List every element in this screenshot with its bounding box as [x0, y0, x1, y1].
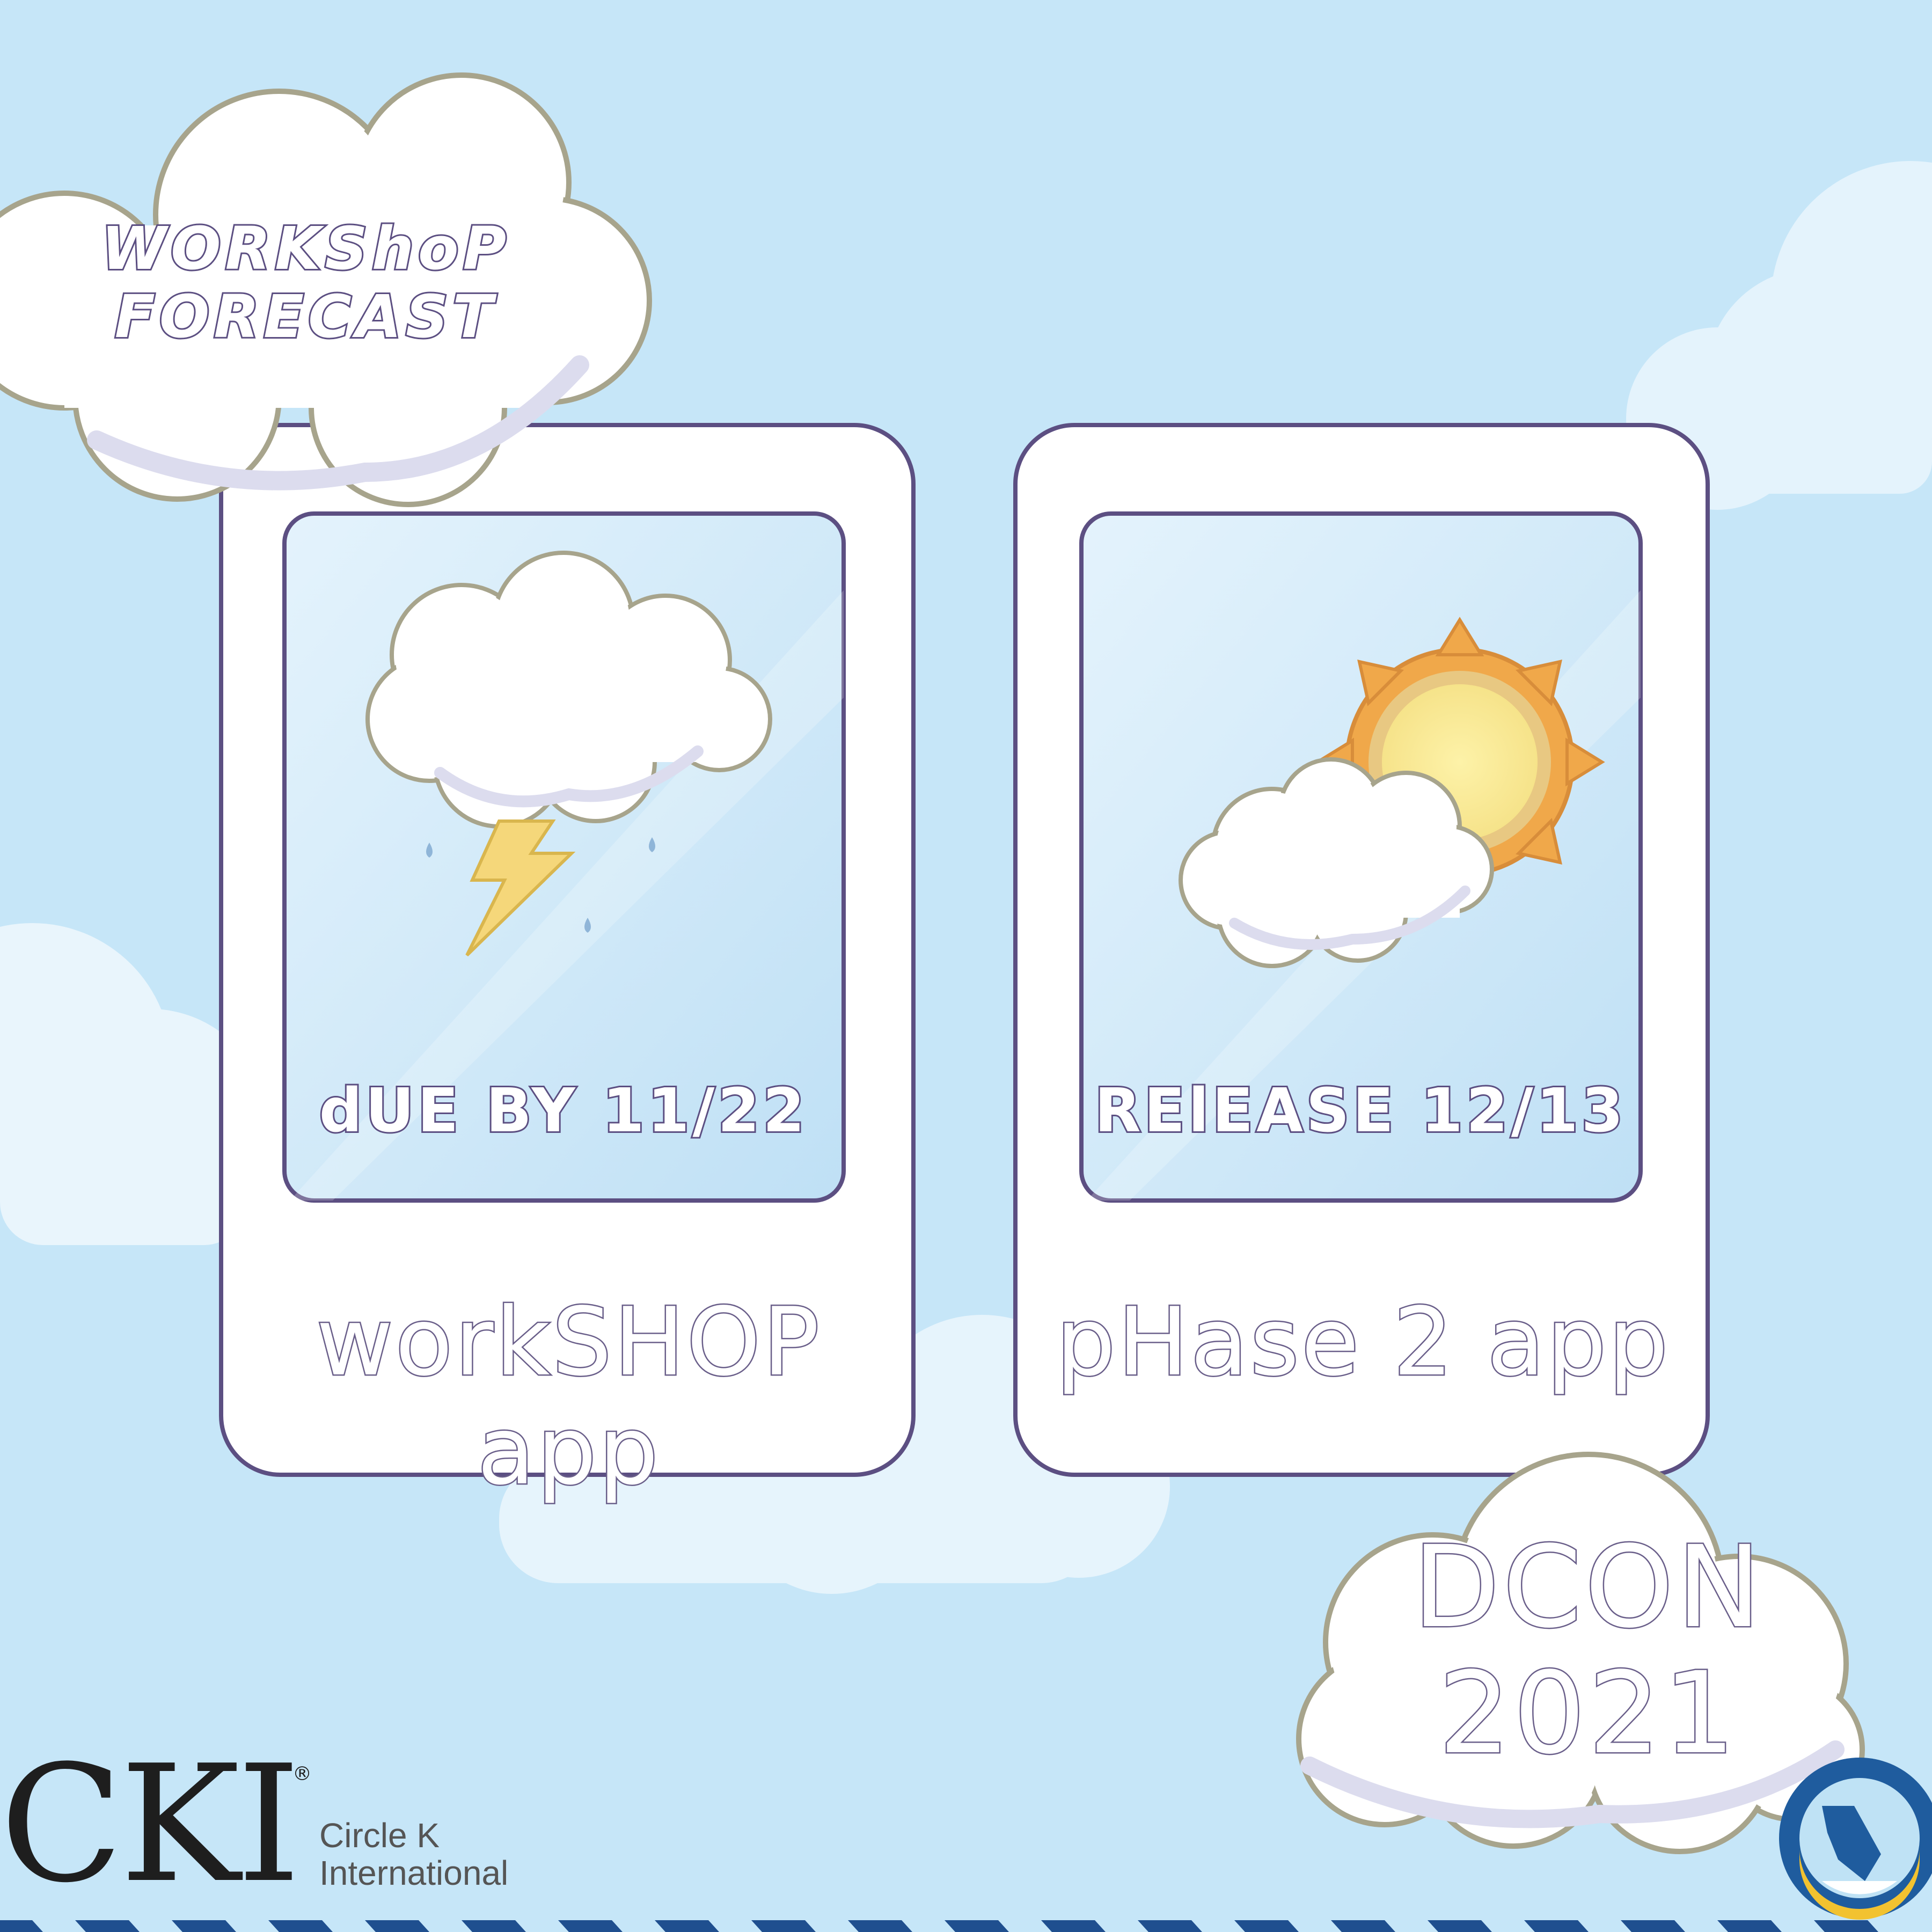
poster-title: WORKShoP FORECAST: [64, 213, 547, 352]
card-right-label: pHase 2 app: [1055, 1287, 1671, 1399]
event-line-1: DCON: [1411, 1521, 1765, 1653]
bottom-stripe-border: [0, 1920, 1878, 1932]
card-left-label: workSHOP app: [315, 1287, 822, 1507]
org-name-line-2: International: [319, 1854, 509, 1893]
event-label: DCON 2021: [1379, 1521, 1798, 1780]
org-name: Circle K International: [319, 1817, 508, 1892]
cki-logo: CKI: [0, 1731, 301, 1918]
card-left-caption: dUE BY 11/22: [318, 1074, 808, 1147]
registered-mark: ®: [292, 1763, 312, 1785]
org-name-line-1: Circle K: [319, 1816, 440, 1855]
title-line-2: FORECAST: [113, 281, 497, 352]
title-line-1: WORKShoP: [100, 213, 511, 284]
poster: WORKShoP FORECAST dUE BY 11/22 workSHOP …: [0, 0, 1932, 1932]
event-line-2: 2021: [1437, 1648, 1739, 1780]
district-seal-icon: [1779, 1758, 1932, 1920]
card-right-caption: RElEASE 12/13: [1093, 1074, 1627, 1147]
